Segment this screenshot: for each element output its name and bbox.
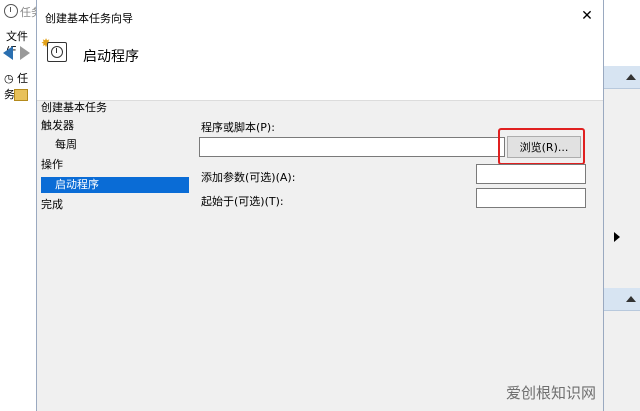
background-toolbar — [0, 42, 36, 66]
back-arrow-icon[interactable] — [3, 46, 13, 60]
collapse-up-icon[interactable] — [626, 296, 636, 302]
step-action[interactable]: 操作 — [41, 157, 63, 173]
actions-header — [604, 66, 640, 89]
dialog-title: 创建基本任务向导 — [45, 12, 133, 25]
clock-icon — [47, 42, 67, 62]
step-start-program[interactable]: 启动程序 — [41, 177, 189, 193]
expand-chevron-icon[interactable]: › — [4, 88, 8, 101]
close-icon[interactable]: ✕ — [577, 6, 597, 26]
background-tree-pane: ◷ 任务 › — [0, 66, 37, 411]
start-in-input[interactable] — [476, 188, 586, 208]
clock-icon — [4, 4, 18, 18]
task-scheduler-icon: ✸ — [41, 36, 67, 64]
folder-icon — [13, 89, 28, 101]
tree-item-library[interactable]: › — [4, 88, 28, 101]
wizard-steps: 创建基本任务 触发器 每周 操作 启动程序 完成 — [37, 100, 189, 411]
actions-header-2 — [604, 288, 640, 311]
start-in-label: 起始于(可选)(T): — [201, 195, 284, 208]
step-finish[interactable]: 完成 — [41, 197, 63, 213]
step-trigger[interactable]: 触发器 — [41, 118, 74, 134]
arguments-input[interactable] — [476, 164, 586, 184]
clock-icon: ◷ — [4, 72, 14, 85]
dialog-titlebar: 创建基本任务向导 ✕ — [37, 0, 603, 32]
forward-arrow-icon[interactable] — [20, 46, 30, 60]
program-label: 程序或脚本(P): — [201, 121, 275, 134]
collapse-up-icon[interactable] — [626, 74, 636, 80]
program-input[interactable] — [199, 137, 505, 157]
step-weekly[interactable]: 每周 — [55, 137, 77, 153]
browse-button[interactable]: 浏览(R)... — [507, 136, 581, 158]
arguments-label: 添加参数(可选)(A): — [201, 171, 296, 184]
wizard-content: 程序或脚本(P): 浏览(R)... 添加参数(可选)(A): 起始于(可选)(… — [189, 100, 603, 411]
expand-right-icon[interactable] — [614, 232, 620, 242]
page-title: 启动程序 — [83, 49, 139, 65]
step-create-basic-task[interactable]: 创建基本任务 — [41, 100, 107, 116]
create-basic-task-wizard: 创建基本任务向导 ✕ ✸ 启动程序 创建基本任务 触发器 每周 操作 启动程序 … — [36, 0, 604, 411]
background-actions-pane — [604, 66, 640, 411]
background-menubar: 文件(F — [0, 26, 36, 57]
watermark: 爱创根知识网 — [506, 384, 597, 402]
wizard-header: ✸ 启动程序 — [37, 32, 603, 101]
